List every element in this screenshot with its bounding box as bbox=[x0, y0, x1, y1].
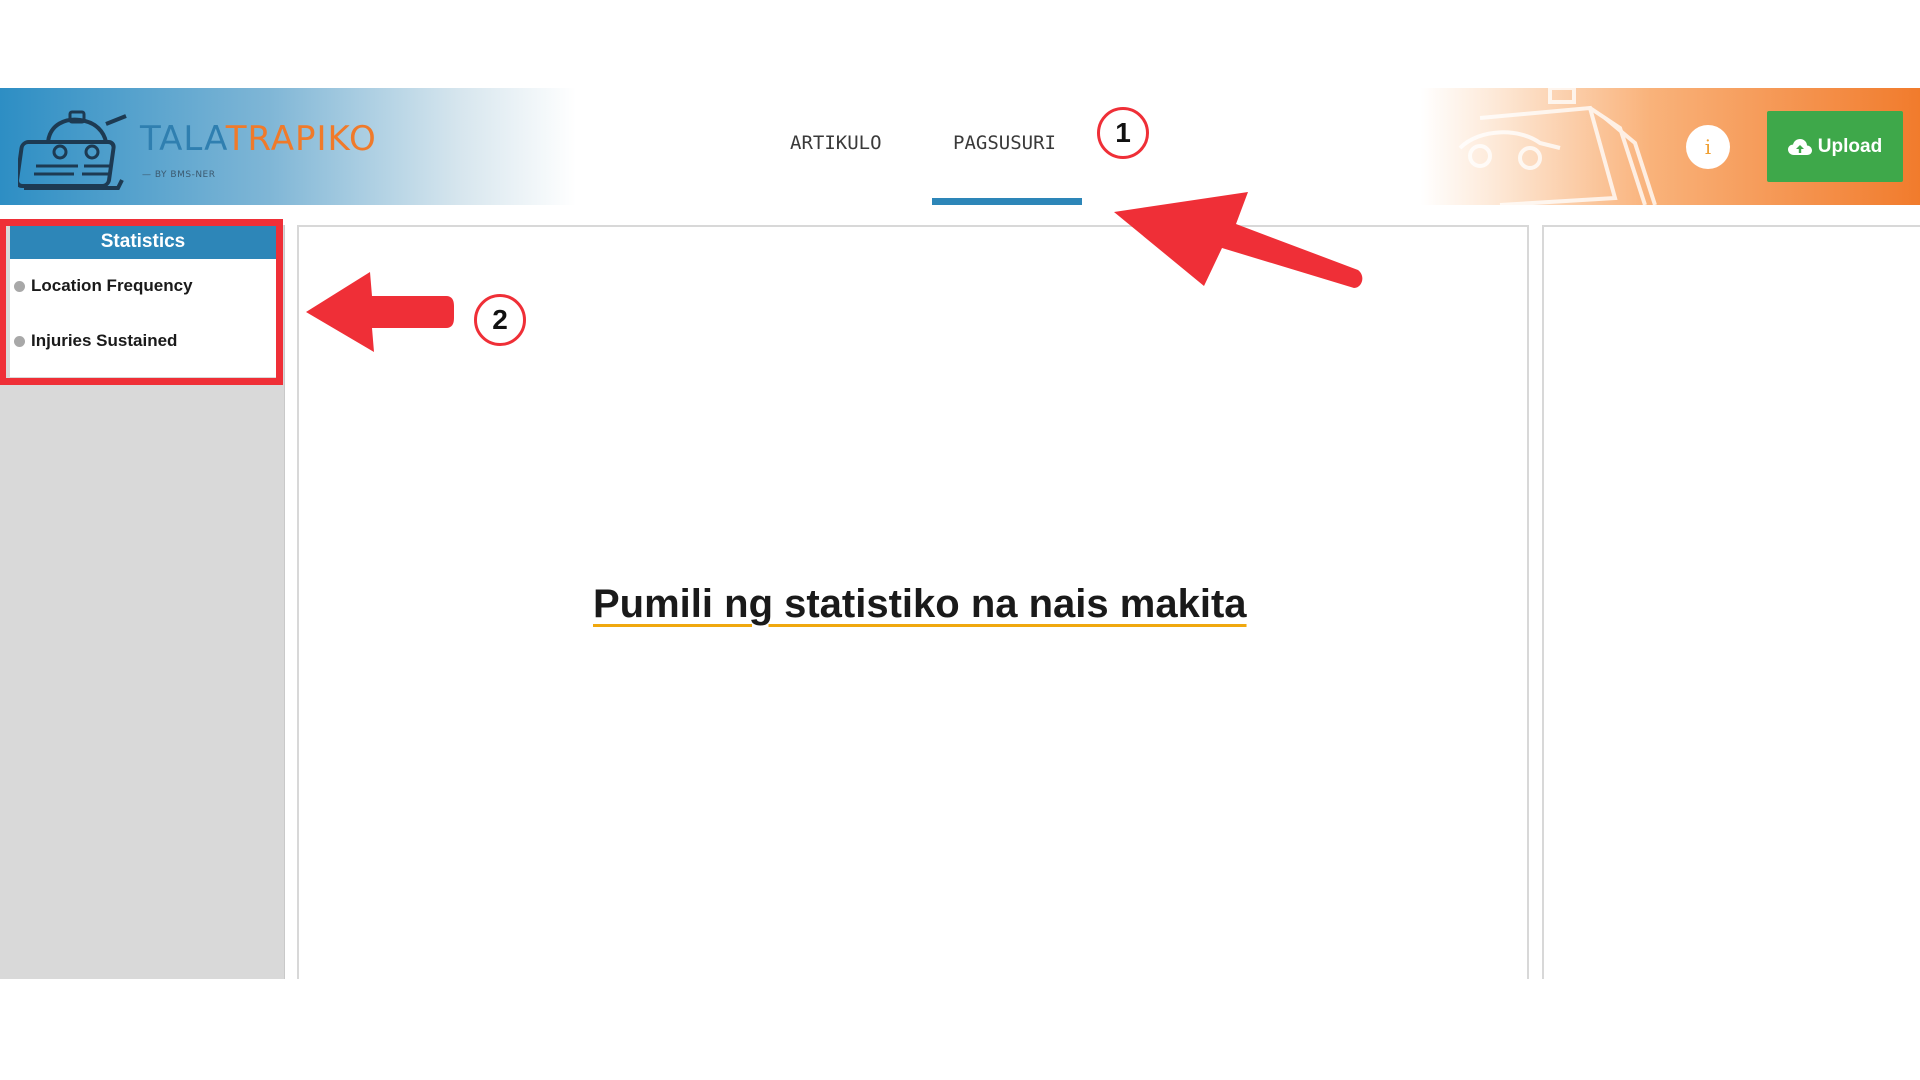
sidebar-item-label: Injuries Sustained bbox=[31, 331, 178, 350]
annotation-arrow-1-icon bbox=[1114, 192, 1363, 288]
statistics-title: Statistics bbox=[10, 225, 276, 259]
sidebar-item-location-frequency[interactable]: Location Frequency bbox=[14, 276, 193, 296]
app-window: TALATRAPIKO — BY BMS-NER ARTIKULO PAGSUS… bbox=[0, 88, 1920, 979]
annotation-arrow-2-icon bbox=[306, 272, 454, 352]
newspaper-car-logo-icon bbox=[18, 110, 127, 190]
sidebar-item-injuries-sustained[interactable]: Injuries Sustained bbox=[14, 331, 177, 351]
brand-part-2: TRAPIKO bbox=[225, 119, 377, 159]
top-header: TALATRAPIKO — BY BMS-NER ARTIKULO PAGSUS… bbox=[0, 88, 1920, 205]
brand-part-1: TALA bbox=[140, 119, 226, 159]
brand-name: TALATRAPIKO bbox=[140, 122, 377, 156]
decorative-car-news-icon bbox=[1458, 88, 1657, 205]
annotation-marker-1: 1 bbox=[1097, 107, 1149, 159]
right-panel bbox=[1542, 225, 1920, 979]
statistics-card: Statistics Location Frequency Injuries S… bbox=[10, 225, 276, 377]
upload-button[interactable]: Upload bbox=[1767, 111, 1903, 182]
bullet-icon bbox=[14, 335, 25, 347]
sidebar-item-label: Location Frequency bbox=[31, 276, 193, 295]
tab-pagsusuri[interactable]: PAGSUSURI bbox=[953, 132, 1056, 154]
bullet-icon bbox=[14, 280, 25, 292]
upload-label: Upload bbox=[1817, 135, 1883, 157]
annotation-marker-2: 2 bbox=[474, 294, 526, 346]
brand-subtitle: — BY BMS-NER bbox=[142, 170, 216, 180]
select-statistic-prompt: Pumili ng statistiko na nais makita bbox=[593, 582, 1247, 626]
info-button[interactable]: i bbox=[1686, 125, 1730, 169]
active-tab-indicator bbox=[932, 198, 1082, 205]
info-icon: i bbox=[1704, 135, 1712, 159]
left-sidebar: Statistics Location Frequency Injuries S… bbox=[0, 219, 285, 979]
brand-sub-text: BY BMS-NER bbox=[154, 170, 216, 180]
tab-artikulo[interactable]: ARTIKULO bbox=[790, 132, 882, 154]
cloud-upload-icon bbox=[1787, 138, 1812, 155]
